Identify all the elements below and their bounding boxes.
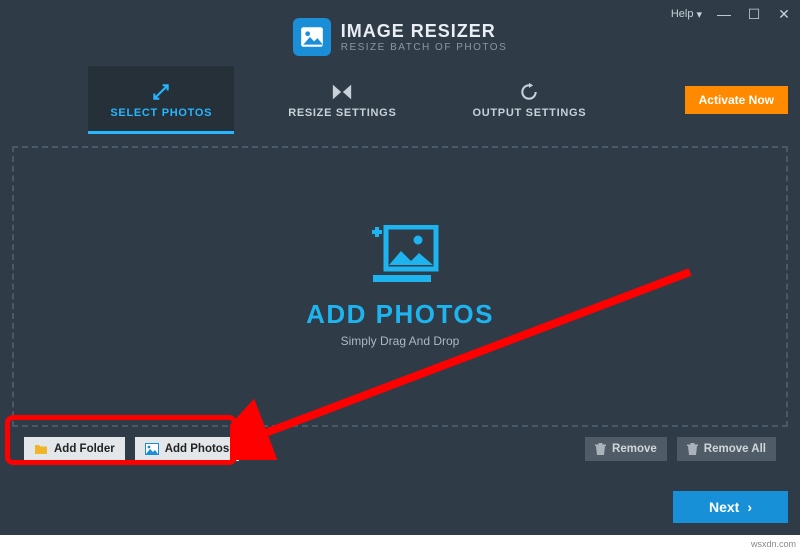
footer: Next › [0, 473, 800, 535]
add-photos-button[interactable]: Add Photos [135, 437, 240, 461]
app-title: IMAGE RESIZER [341, 21, 508, 42]
add-photos-icon [361, 225, 439, 287]
button-label: Remove All [704, 443, 766, 455]
drop-zone[interactable]: ADD PHOTOS Simply Drag And Drop [12, 146, 788, 427]
app-logo [293, 18, 331, 56]
tab-output-settings[interactable]: OUTPUT SETTINGS [450, 66, 608, 134]
button-label: Add Folder [54, 443, 115, 455]
resize-triangles-icon [331, 81, 353, 103]
toolbar: Add Folder Add Photos Remove Remove All [12, 427, 788, 461]
app-branding: IMAGE RESIZER RESIZE BATCH OF PHOTOS [0, 18, 800, 66]
trash-icon [595, 443, 606, 455]
tab-select-photos[interactable]: SELECT PHOTOS [88, 66, 234, 134]
button-label: Remove [612, 443, 657, 455]
next-button[interactable]: Next › [673, 491, 788, 523]
app-subtitle: RESIZE BATCH OF PHOTOS [341, 42, 508, 53]
expand-arrows-icon [151, 81, 171, 103]
add-folder-button[interactable]: Add Folder [24, 437, 125, 461]
picture-icon [145, 443, 159, 455]
watermark: wsxdn.com [751, 539, 796, 549]
chevron-right-icon: › [747, 499, 752, 515]
folder-icon [34, 443, 48, 455]
button-label: Next [709, 499, 739, 515]
tab-label: RESIZE SETTINGS [288, 107, 396, 119]
app-window: Help ▾ — ☐ ✕ IMAGE RESIZER RESIZE BATCH … [0, 0, 800, 535]
tab-label: OUTPUT SETTINGS [472, 107, 586, 119]
tabs: SELECT PHOTOS RESIZE SETTINGS OUTPUT SET… [12, 66, 685, 134]
trash-icon [687, 443, 698, 455]
tabs-row: SELECT PHOTOS RESIZE SETTINGS OUTPUT SET… [0, 66, 800, 134]
remove-all-button[interactable]: Remove All [677, 437, 776, 461]
button-label: Add Photos [165, 443, 230, 455]
tab-resize-settings[interactable]: RESIZE SETTINGS [266, 66, 418, 134]
remove-button[interactable]: Remove [585, 437, 667, 461]
content-area: ADD PHOTOS Simply Drag And Drop Add Fold… [0, 134, 800, 473]
picture-icon [299, 24, 325, 50]
activate-now-button[interactable]: Activate Now [685, 86, 788, 114]
add-photos-subtitle: Simply Drag And Drop [341, 334, 460, 348]
add-photos-title: ADD PHOTOS [306, 299, 494, 330]
refresh-icon [519, 81, 539, 103]
tab-label: SELECT PHOTOS [110, 107, 212, 119]
